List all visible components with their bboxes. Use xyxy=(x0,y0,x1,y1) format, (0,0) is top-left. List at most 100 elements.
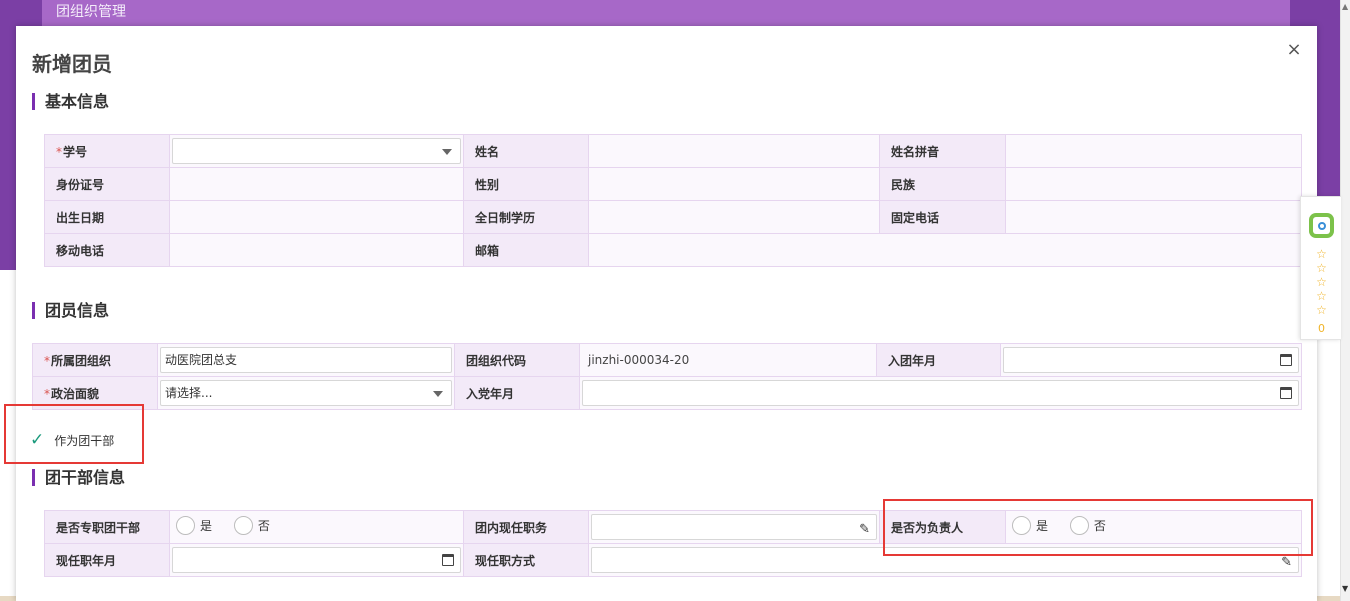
current-position-label: 团内现任职务 xyxy=(463,510,589,544)
current-position-input[interactable]: ✎ xyxy=(591,514,877,540)
position-date-input[interactable] xyxy=(172,547,461,573)
party-join-date-input[interactable] xyxy=(582,380,1299,406)
org-code-value: jinzhi-000034-20 xyxy=(588,353,690,367)
position-method-label: 现任职方式 xyxy=(463,543,589,577)
join-date-input[interactable] xyxy=(1003,347,1299,373)
ethnicity-value xyxy=(1005,167,1302,201)
student-id-select[interactable] xyxy=(172,138,461,164)
cadre-checkbox-label: 作为团干部 xyxy=(54,433,115,448)
table-row: *所属团组织 动医院团总支 团组织代码 jinzhi-000034-20 入团年… xyxy=(32,343,1302,377)
radio-circle[interactable] xyxy=(233,516,253,535)
full-time-label: 是否专职团干部 xyxy=(44,510,170,544)
member-info-table: *所属团组织 动医院团总支 团组织代码 jinzhi-000034-20 入团年… xyxy=(32,343,1302,410)
position-date-cell xyxy=(169,543,464,577)
gender-label: 性别 xyxy=(463,167,589,201)
landline-label: 固定电话 xyxy=(879,200,1006,234)
app-header-title: 团组织管理 xyxy=(42,0,1290,26)
table-row: 出生日期 全日制学历 固定电话 xyxy=(44,200,1302,234)
birth-date-label: 出生日期 xyxy=(44,200,170,234)
org-code-label: 团组织代码 xyxy=(454,343,580,377)
org-label: *所属团组织 xyxy=(32,343,158,377)
table-row: 现任职年月 现任职方式 ✎ xyxy=(44,543,1302,577)
current-position-cell: ✎ xyxy=(588,510,880,544)
cadre-info-table: 是否专职团干部 是 否 团内现任职务 ✎ 是否为负责人 是 否 现任职年月 现任… xyxy=(44,510,1302,577)
id-card-value xyxy=(169,167,464,201)
id-card-label: 身份证号 xyxy=(44,167,170,201)
scroll-up-icon[interactable]: ▲ xyxy=(1342,2,1348,11)
is-leader-yes-radio[interactable]: 是 xyxy=(1012,516,1048,535)
radio-circle[interactable] xyxy=(1069,516,1089,535)
landline-value xyxy=(1005,200,1302,234)
assistant-avatar-icon[interactable] xyxy=(1309,213,1334,238)
education-label: 全日制学历 xyxy=(463,200,589,234)
education-value xyxy=(588,200,880,234)
position-date-label: 现任职年月 xyxy=(44,543,170,577)
position-method-cell: ✎ xyxy=(588,543,1302,577)
required-marker: * xyxy=(44,386,50,401)
table-row: 移动电话 邮箱 xyxy=(44,233,1302,267)
join-date-label: 入团年月 xyxy=(876,343,1001,377)
add-member-modal: 新增团员 × 基本信息 *学号 姓名 姓名拼音 身份证号 性别 民族 出生日期 xyxy=(16,26,1317,601)
basic-info-table: *学号 姓名 姓名拼音 身份证号 性别 民族 出生日期 全日制学历 固定电话 移… xyxy=(44,134,1302,267)
gender-value xyxy=(588,167,880,201)
org-input[interactable]: 动医院团总支 xyxy=(160,347,452,373)
org-code-cell: jinzhi-000034-20 xyxy=(579,343,877,377)
email-label: 邮箱 xyxy=(463,233,589,267)
star-icon[interactable]: ☆ xyxy=(1301,303,1342,317)
name-value xyxy=(588,134,880,168)
student-id-label: *学号 xyxy=(44,134,170,168)
side-feedback-widget[interactable]: ☆ ☆ ☆ ☆ ☆ 0 xyxy=(1300,196,1341,340)
table-row: 是否专职团干部 是 否 团内现任职务 ✎ 是否为负责人 是 否 xyxy=(44,510,1302,544)
join-date-cell xyxy=(1000,343,1302,377)
table-row: *学号 姓名 姓名拼音 xyxy=(44,134,1302,168)
section-title-member: 团员信息 xyxy=(32,302,109,319)
chevron-down-icon xyxy=(442,149,452,155)
close-icon[interactable]: × xyxy=(1284,40,1304,60)
required-marker: * xyxy=(44,353,50,368)
table-row: *政治面貌 请选择... 入党年月 xyxy=(32,376,1302,410)
calendar-icon[interactable] xyxy=(1280,387,1292,399)
rating-stars[interactable]: ☆ ☆ ☆ ☆ ☆ xyxy=(1301,247,1342,317)
full-time-radios: 是 否 xyxy=(169,510,464,544)
ethnicity-label: 民族 xyxy=(879,167,1006,201)
radio-circle[interactable] xyxy=(176,516,195,535)
star-icon[interactable]: ☆ xyxy=(1301,247,1342,261)
political-status-cell: 请选择... xyxy=(157,376,455,410)
full-time-no-radio[interactable]: 否 xyxy=(233,516,270,535)
political-status-select[interactable]: 请选择... xyxy=(160,380,452,406)
rating-count: 0 xyxy=(1318,322,1325,335)
pencil-icon[interactable]: ✎ xyxy=(1281,551,1292,572)
required-marker: * xyxy=(56,144,62,159)
scroll-down-icon[interactable]: ▼ xyxy=(1342,584,1348,593)
name-pinyin-label: 姓名拼音 xyxy=(879,134,1006,168)
star-icon[interactable]: ☆ xyxy=(1301,275,1342,289)
chevron-down-icon xyxy=(433,391,443,397)
org-cell: 动医院团总支 xyxy=(157,343,455,377)
radio-circle[interactable] xyxy=(1012,516,1031,535)
modal-title: 新增团员 xyxy=(32,52,112,76)
party-join-date-label: 入党年月 xyxy=(454,376,580,410)
mobile-value xyxy=(169,233,464,267)
email-value xyxy=(588,233,1302,267)
name-pinyin-value xyxy=(1005,134,1302,168)
is-leader-radios: 是 否 xyxy=(1005,510,1302,544)
full-time-yes-radio[interactable]: 是 xyxy=(176,516,212,535)
political-status-label: *政治面貌 xyxy=(32,376,158,410)
star-icon[interactable]: ☆ xyxy=(1301,261,1342,275)
section-title-basic: 基本信息 xyxy=(32,93,109,110)
party-join-date-cell xyxy=(579,376,1302,410)
star-icon[interactable]: ☆ xyxy=(1301,289,1342,303)
is-leader-no-radio[interactable]: 否 xyxy=(1069,516,1106,535)
is-leader-label: 是否为负责人 xyxy=(879,510,1006,544)
calendar-icon[interactable] xyxy=(442,554,454,566)
position-method-input[interactable]: ✎ xyxy=(591,547,1299,573)
cadre-checkbox[interactable]: ✓ 作为团干部 xyxy=(30,430,114,450)
section-title-cadre: 团干部信息 xyxy=(32,469,125,486)
student-id-cell xyxy=(169,134,464,168)
name-label: 姓名 xyxy=(463,134,589,168)
calendar-icon[interactable] xyxy=(1280,354,1292,366)
mobile-label: 移动电话 xyxy=(44,233,170,267)
checkmark-icon: ✓ xyxy=(30,430,45,450)
table-row: 身份证号 性别 民族 xyxy=(44,167,1302,201)
pencil-icon[interactable]: ✎ xyxy=(859,518,870,539)
